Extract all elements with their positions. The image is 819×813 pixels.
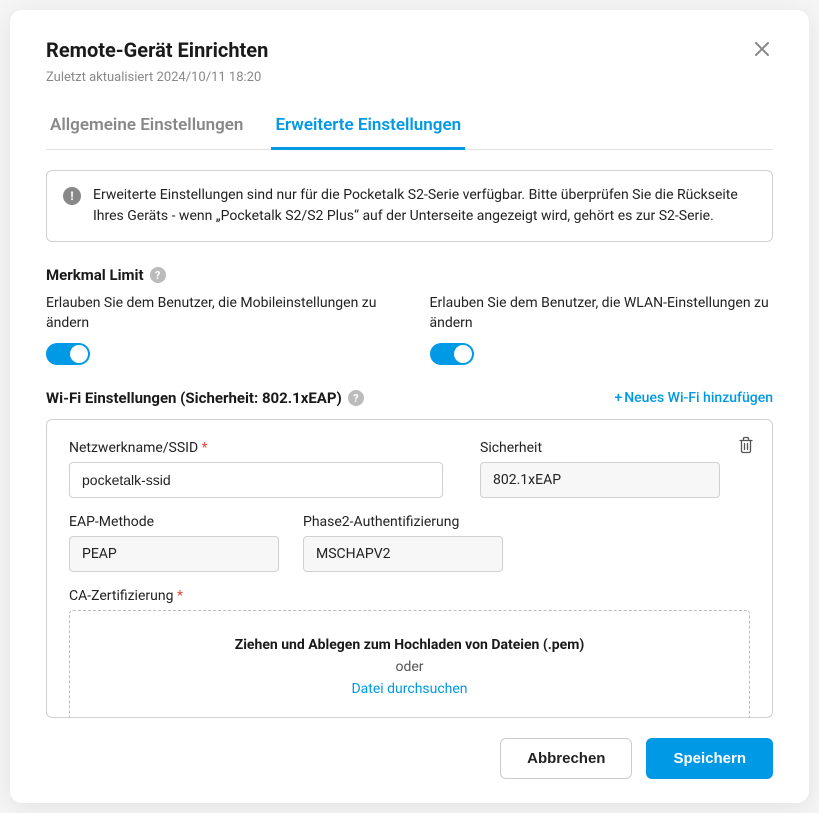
wifi-settings-label: Wi-Fi Einstellungen (Sicherheit: 802.1xE… [46, 389, 342, 407]
ssid-input[interactable] [69, 462, 443, 498]
info-text: Erweiterte Einstellungen sind nur für di… [93, 185, 756, 227]
security-value: 802.1xEAP [480, 462, 720, 498]
dropzone-or: oder [90, 659, 729, 675]
delete-wifi-button[interactable] [736, 434, 756, 459]
plus-icon: + [614, 390, 622, 406]
phase2-value[interactable]: MSCHAPV2 [303, 536, 503, 572]
add-wifi-button[interactable]: + Neues Wi-Fi hinzufügen [614, 390, 773, 406]
allow-wlan-label: Erlauben Sie dem Benutzer, die WLAN-Eins… [430, 294, 774, 333]
info-box: ! Erweiterte Einstellungen sind nur für … [46, 170, 773, 242]
ca-cert-dropzone[interactable]: Ziehen und Ablegen zum Hochladen von Dat… [69, 610, 750, 717]
help-icon[interactable]: ? [348, 390, 364, 406]
browse-file-link[interactable]: Datei durchsuchen [351, 681, 467, 697]
cancel-button[interactable]: Abbrechen [500, 738, 632, 779]
close-button[interactable] [751, 38, 773, 60]
tabs: Allgemeine Einstellungen Erweiterte Eins… [46, 105, 773, 150]
wifi-card: Netzwerkname/SSID * Sicherheit 802.1xEAP… [46, 419, 773, 718]
feature-limit-label: Merkmal Limit [46, 266, 144, 284]
last-updated: Zuletzt aktualisiert 2024/10/11 18:20 [46, 70, 773, 85]
allow-wlan-toggle[interactable] [430, 343, 474, 365]
help-icon[interactable]: ? [150, 267, 166, 283]
allow-mobile-toggle[interactable] [46, 343, 90, 365]
eap-method-label: EAP-Methode [69, 514, 279, 530]
info-icon: ! [63, 187, 81, 205]
add-wifi-label: Neues Wi-Fi hinzufügen [624, 390, 773, 406]
modal-title: Remote-Gerät Einrichten [46, 38, 268, 62]
allow-mobile-label: Erlauben Sie dem Benutzer, die Mobileins… [46, 294, 390, 333]
security-label: Sicherheit [480, 440, 720, 456]
ssid-label: Netzwerkname/SSID * [69, 440, 443, 456]
close-icon [755, 42, 769, 56]
trash-icon [738, 436, 754, 454]
ca-cert-label: CA-Zertifizierung * [69, 588, 750, 604]
save-button[interactable]: Speichern [646, 738, 773, 779]
tab-advanced[interactable]: Erweiterte Einstellungen [271, 105, 465, 150]
modal-setup-remote-device: Remote-Gerät Einrichten Zuletzt aktualis… [10, 10, 809, 803]
dropzone-title: Ziehen und Ablegen zum Hochladen von Dat… [90, 637, 729, 653]
wifi-settings-title: Wi-Fi Einstellungen (Sicherheit: 802.1xE… [46, 389, 364, 407]
eap-method-value[interactable]: PEAP [69, 536, 279, 572]
feature-limit-title: Merkmal Limit ? [46, 266, 773, 284]
tab-general[interactable]: Allgemeine Einstellungen [46, 105, 247, 150]
phase2-label: Phase2-Authentifizierung [303, 514, 503, 530]
